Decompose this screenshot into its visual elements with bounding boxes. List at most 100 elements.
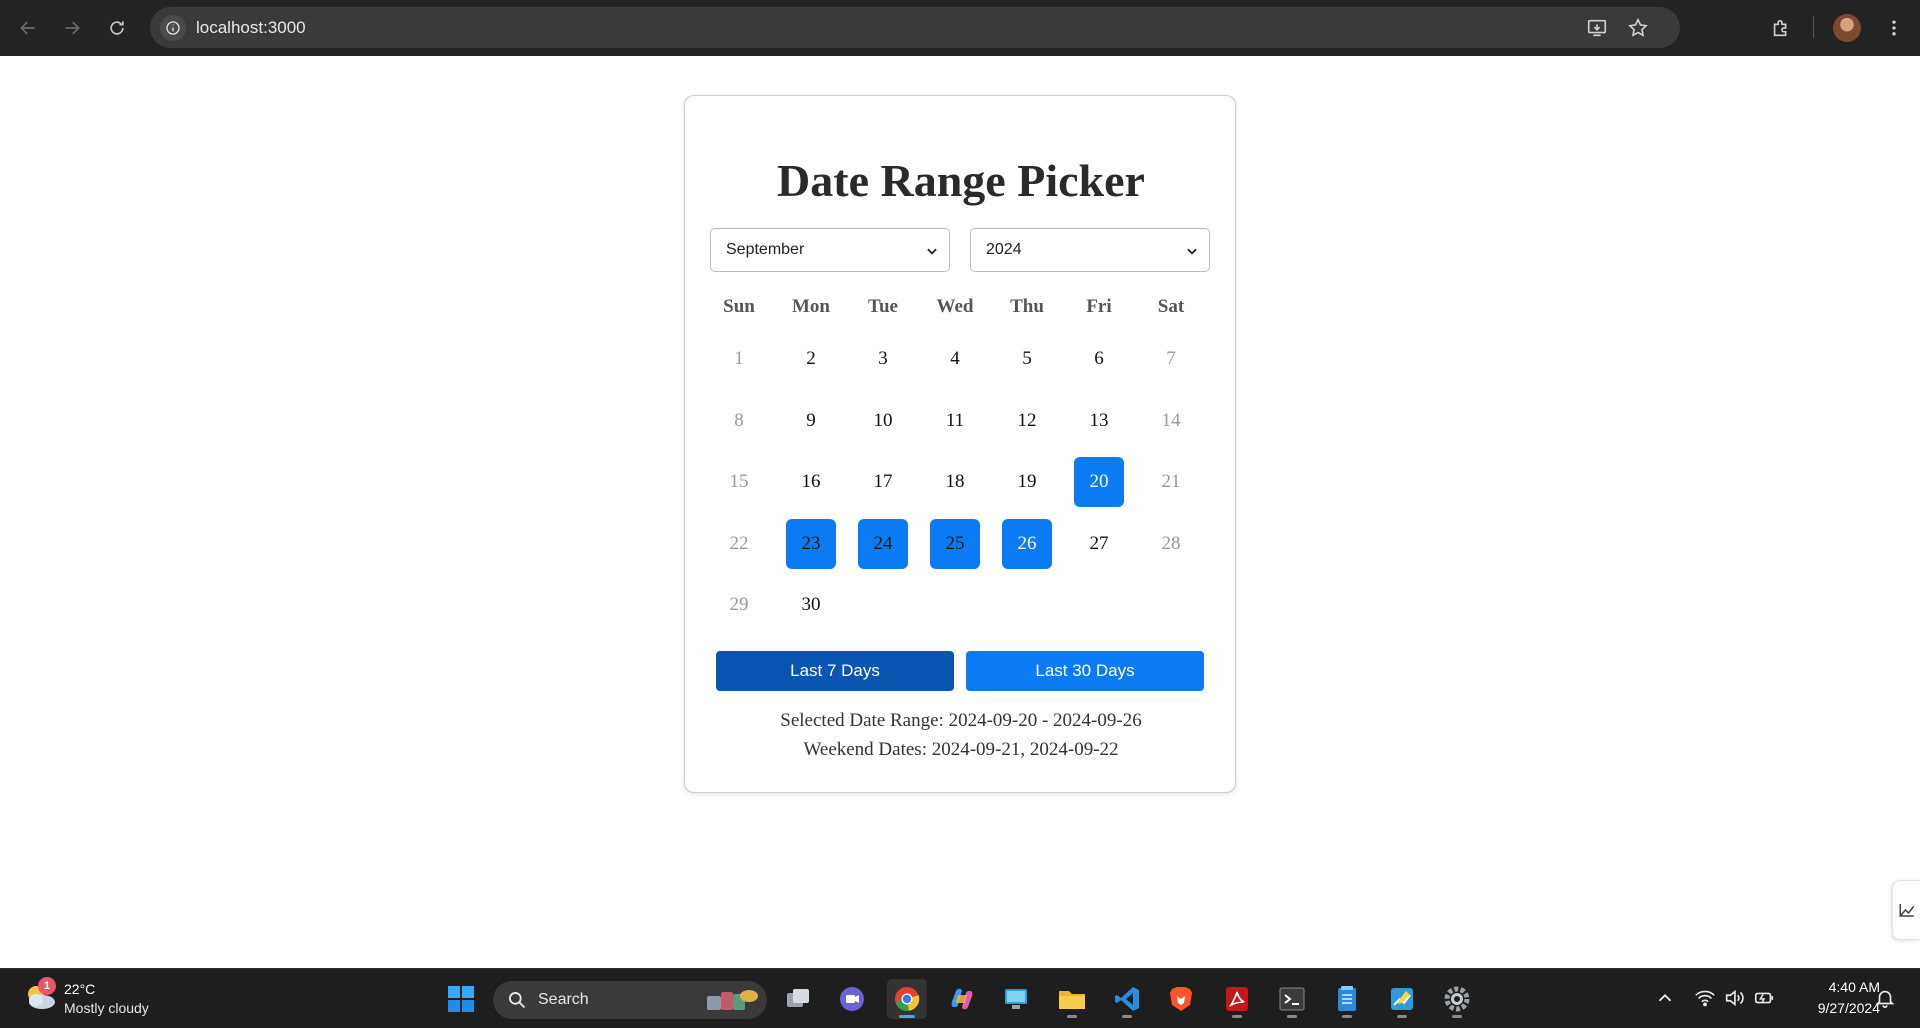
calendar-day[interactable]: 3 xyxy=(858,334,908,384)
taskbar-app-copilot[interactable] xyxy=(942,979,982,1019)
calendar-day[interactable]: 22 xyxy=(714,519,764,569)
task-view-icon xyxy=(787,989,809,1007)
page-title: Date Range Picker xyxy=(777,155,1145,206)
calendar-day-selected[interactable]: 26 xyxy=(1002,519,1052,569)
clock-date[interactable]: 9/27/2024 xyxy=(1780,1000,1880,1016)
pdf-icon xyxy=(1226,987,1248,1011)
calendar-day[interactable]: 30 xyxy=(786,580,836,630)
calendar-day[interactable]: 28 xyxy=(1146,519,1196,569)
calendar-day[interactable]: 4 xyxy=(930,334,980,384)
taskbar-app-teams-chat[interactable] xyxy=(832,979,872,1019)
calendar-day-selected[interactable]: 23 xyxy=(786,519,836,569)
more-vert-icon xyxy=(1892,20,1896,36)
side-panel-tab[interactable] xyxy=(1892,880,1920,940)
calendar-day-selected[interactable]: 20 xyxy=(1074,457,1124,507)
taskbar-app-vscode[interactable] xyxy=(1107,979,1147,1019)
weather-temperature[interactable]: 22°C xyxy=(64,981,95,997)
wifi-icon[interactable] xyxy=(1694,987,1716,1009)
search-icon xyxy=(509,992,526,1009)
taskbar-app-task-view[interactable] xyxy=(778,979,818,1019)
taskbar-app-acrobat[interactable] xyxy=(1217,979,1257,1019)
notepad-icon xyxy=(1338,986,1356,1011)
taskbar-search[interactable]: Search xyxy=(493,981,767,1019)
browser-menu-button[interactable] xyxy=(1880,14,1908,42)
calendar-day[interactable]: 16 xyxy=(786,457,836,507)
site-info-button[interactable] xyxy=(160,15,186,41)
windows-taskbar: 1 22°C Mostly cloudy Search 4:40 AM 9/27… xyxy=(0,968,1920,1028)
folder-icon xyxy=(1059,991,1085,1009)
taskbar-app-chrome[interactable] xyxy=(887,979,927,1019)
taskbar-app-remote-desktop[interactable] xyxy=(996,979,1036,1019)
profile-avatar[interactable] xyxy=(1833,14,1861,42)
puzzle-icon xyxy=(1773,19,1787,37)
running-indicator xyxy=(1452,1015,1462,1018)
gear-icon xyxy=(1444,986,1470,1012)
calendar-day[interactable]: 5 xyxy=(1002,334,1052,384)
calendar-day[interactable]: 21 xyxy=(1146,457,1196,507)
calendar-day[interactable]: 12 xyxy=(1002,396,1052,446)
calendar-day[interactable]: 17 xyxy=(858,457,908,507)
chart-line-icon xyxy=(1899,904,1914,917)
running-indicator xyxy=(1232,1015,1242,1018)
year-select[interactable]: 2024 xyxy=(970,228,1210,272)
running-indicator xyxy=(1067,1015,1077,1018)
calendar-day-selected[interactable]: 25 xyxy=(930,519,980,569)
calendar-day[interactable]: 13 xyxy=(1074,396,1124,446)
info-icon xyxy=(166,21,180,35)
chevron-up-icon[interactable] xyxy=(1654,987,1676,1009)
install-app-icon[interactable] xyxy=(1586,17,1608,39)
calendar-day[interactable]: 9 xyxy=(786,396,836,446)
calendar-day[interactable]: 2 xyxy=(786,334,836,384)
battery-charging-icon[interactable] xyxy=(1753,987,1775,1009)
last-7-days-button[interactable]: Last 7 Days xyxy=(716,651,954,691)
calendar-day[interactable]: 8 xyxy=(714,396,764,446)
calendar-day[interactable]: 29 xyxy=(714,580,764,630)
copilot-icon xyxy=(951,988,973,1010)
clock-time[interactable]: 4:40 AM xyxy=(1800,979,1880,995)
start-button[interactable] xyxy=(441,979,481,1019)
month-select[interactable]: September xyxy=(710,228,950,272)
calendar-day[interactable]: 10 xyxy=(858,396,908,446)
address-bar[interactable]: localhost:3000 xyxy=(150,7,1680,48)
extensions-button[interactable] xyxy=(1767,14,1795,42)
search-label: Search xyxy=(538,991,589,1008)
taskbar-app-brave[interactable] xyxy=(1161,979,1201,1019)
vscode-icon xyxy=(1115,987,1139,1011)
browser-toolbar: localhost:3000 xyxy=(0,0,1920,56)
calendar-day-selected[interactable]: 24 xyxy=(858,519,908,569)
brave-lion-icon xyxy=(1170,987,1192,1011)
calendar-day[interactable]: 27 xyxy=(1074,519,1124,569)
taskbar-app-file-explorer[interactable] xyxy=(1052,979,1092,1019)
weather-badge: 1 xyxy=(38,977,56,995)
weekday-label: Sat xyxy=(1157,296,1185,317)
year-select-value: 2024 xyxy=(986,241,1022,258)
calendar-day[interactable]: 14 xyxy=(1146,396,1196,446)
back-button[interactable] xyxy=(12,12,44,44)
calendar-day[interactable]: 6 xyxy=(1074,334,1124,384)
notification-bell-icon[interactable] xyxy=(1874,987,1896,1009)
taskbar-app-paint[interactable] xyxy=(1382,979,1422,1019)
weekday-label: Thu xyxy=(1010,296,1044,317)
forward-button[interactable] xyxy=(56,12,88,44)
weather-condition[interactable]: Mostly cloudy xyxy=(64,1000,149,1016)
calendar-day[interactable]: 19 xyxy=(1002,457,1052,507)
taskbar-app-terminal[interactable] xyxy=(1272,979,1312,1019)
calendar-day[interactable]: 18 xyxy=(930,457,980,507)
last-30-days-button[interactable]: Last 30 Days xyxy=(966,651,1204,691)
date-range-picker-card: Date Range Picker September 2024 Sun Mon… xyxy=(684,95,1236,793)
arrow-left-icon xyxy=(20,21,35,35)
reload-button[interactable] xyxy=(101,12,133,44)
url-text[interactable]: localhost:3000 xyxy=(196,18,306,38)
calendar-day[interactable]: 15 xyxy=(714,457,764,507)
volume-icon[interactable] xyxy=(1723,987,1745,1009)
bookmark-star-icon[interactable] xyxy=(1627,17,1649,39)
taskbar-app-notepad[interactable] xyxy=(1327,979,1367,1019)
calendar-day[interactable]: 11 xyxy=(930,396,980,446)
calendar-day[interactable]: 7 xyxy=(1146,334,1196,384)
running-indicator xyxy=(1342,1015,1352,1018)
calendar-day[interactable]: 1 xyxy=(714,334,764,384)
weekday-label: Wed xyxy=(936,296,974,317)
chevron-down-icon xyxy=(1187,248,1197,255)
running-indicator xyxy=(1287,1015,1297,1018)
taskbar-app-settings[interactable] xyxy=(1437,979,1477,1019)
